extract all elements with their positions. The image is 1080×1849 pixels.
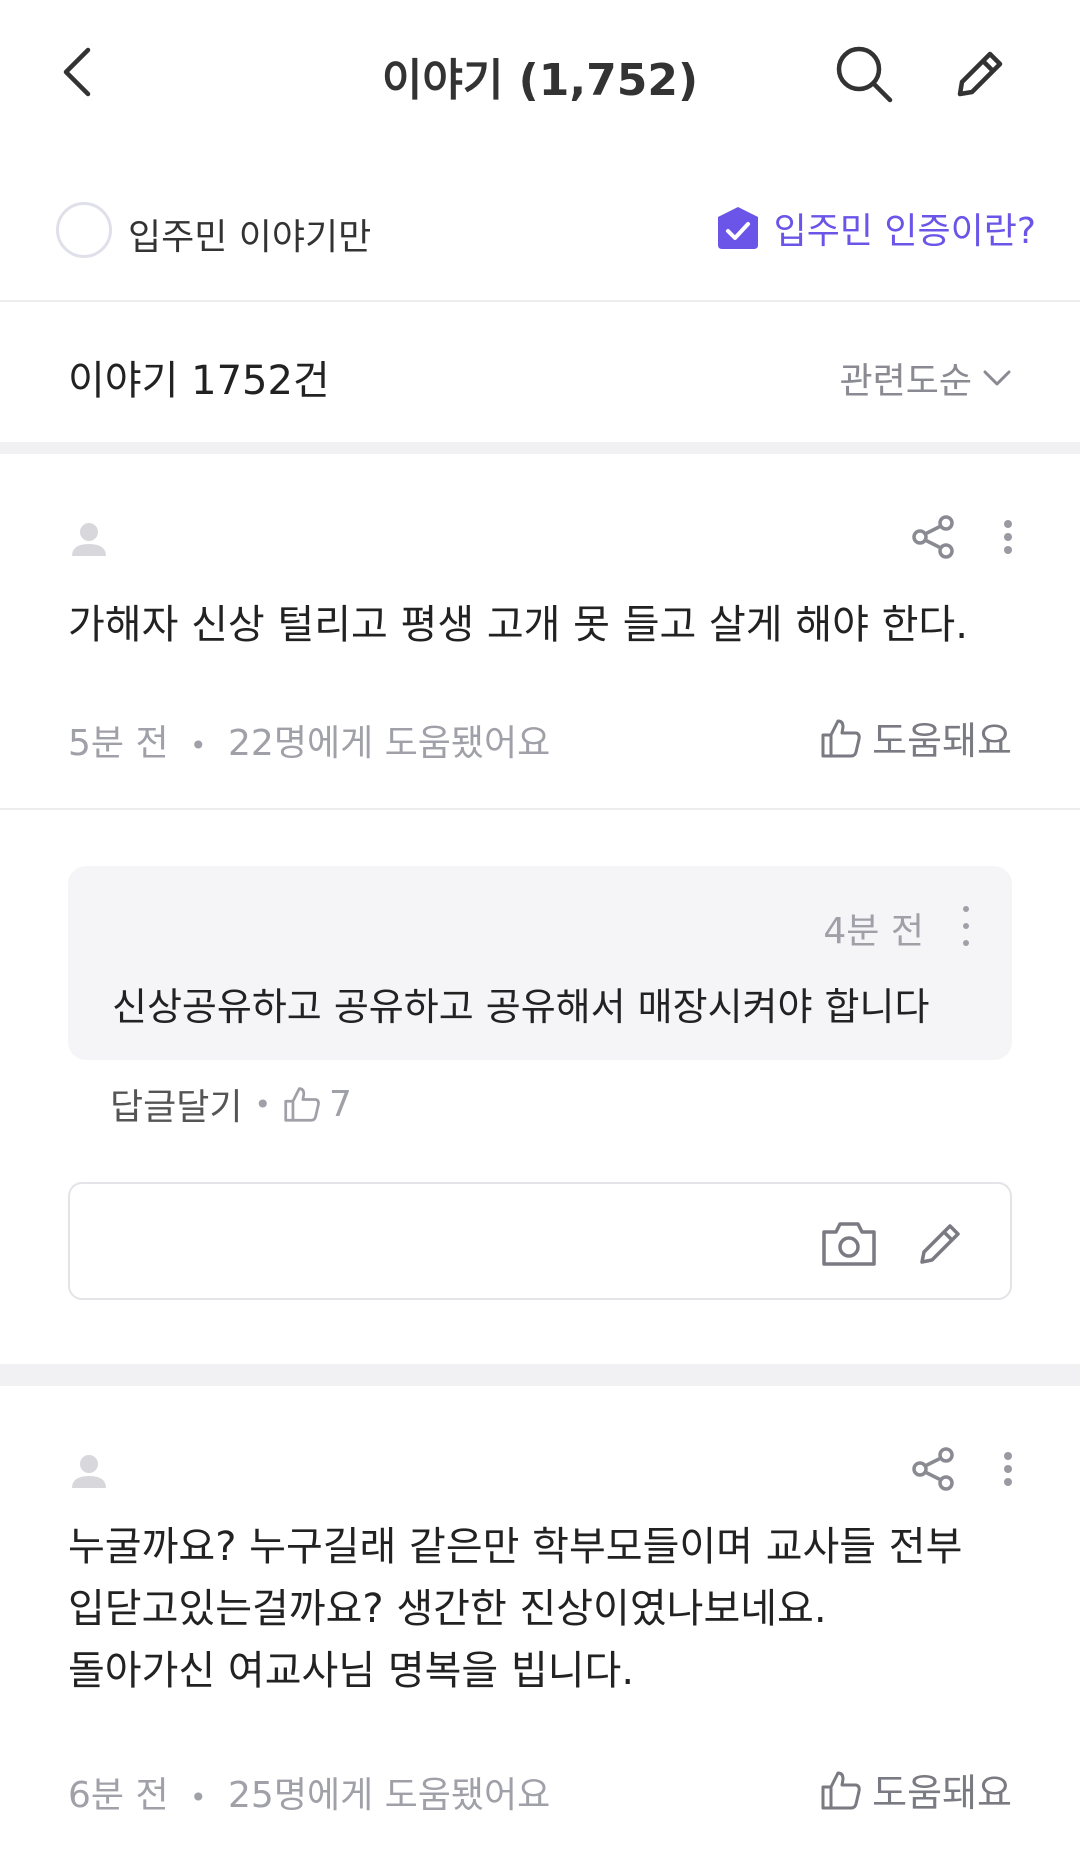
more-vertical-icon <box>1004 1452 1012 1460</box>
sort-dropdown[interactable]: 관련도순 <box>840 352 1012 404</box>
meta-separator: • <box>190 729 207 762</box>
post-time: 5분 전 <box>68 723 169 764</box>
search-icon <box>836 46 893 103</box>
comment-text: 신상공유하고 공유하고 공유해서 매장시켜야 합니다 <box>112 985 930 1029</box>
thumbs-up-icon <box>821 1771 861 1809</box>
dot <box>1004 1478 1012 1486</box>
user-icon <box>72 1455 106 1488</box>
top-app-bar: 이야기 (1,752) <box>0 0 1080 150</box>
comment-time: 4분 전 <box>823 911 924 952</box>
resident-verification-link[interactable]: 입주민 인증이란? <box>716 202 1036 254</box>
dot <box>963 940 969 946</box>
post-body: 가해자 신상 털리고 평생 고개 못 들고 살게 해야 한다. <box>68 602 968 648</box>
helpful-button[interactable]: 도움돼요 <box>820 1762 1012 1817</box>
reply-button[interactable]: 답글달기 <box>110 1078 242 1130</box>
more-vertical-icon <box>1004 520 1012 528</box>
list-header: 이야기 1752건 관련도순 <box>0 300 1080 440</box>
comment: 4분 전 신상공유하고 공유하고 공유해서 매장시켜야 합니다 <box>68 866 1012 1060</box>
more-vertical-icon <box>963 906 969 912</box>
meta-separator: • <box>254 1087 271 1121</box>
more-options-button[interactable] <box>988 514 1028 560</box>
search-button[interactable] <box>834 44 894 104</box>
comment-actions: 답글달기 • 7 <box>110 1078 352 1130</box>
helpful-label: 도움돼요 <box>872 1771 1012 1815</box>
helpful-label: 도움돼요 <box>872 719 1012 763</box>
helpful-button[interactable]: 도움돼요 <box>820 710 1012 765</box>
filter-row: 입주민 이야기만 입주민 인증이란? <box>0 190 1080 270</box>
section-divider <box>0 1364 1080 1386</box>
dot <box>1004 1465 1012 1473</box>
user-icon <box>72 523 106 556</box>
share-icon[interactable] <box>910 1446 956 1492</box>
more-options-button[interactable] <box>988 1446 1028 1492</box>
helpful-count: 22명에게 도움됐어요 <box>228 723 551 764</box>
camera-icon[interactable] <box>820 1220 878 1268</box>
sort-label: 관련도순 <box>839 361 972 402</box>
chevron-down-icon <box>983 370 1011 386</box>
dot <box>963 923 969 929</box>
dot <box>1004 533 1012 541</box>
post-meta: 6분 전 • 25명에게 도움됐어요 <box>68 1766 550 1818</box>
comment-input-field[interactable] <box>68 1182 1012 1300</box>
share-icon[interactable] <box>910 514 956 560</box>
comment-like-button[interactable]: 7 <box>283 1084 352 1125</box>
dot <box>1004 546 1012 554</box>
write-post-button[interactable] <box>950 44 1010 104</box>
page-title: 이야기 (1,752) <box>381 55 699 106</box>
residents-only-radio[interactable] <box>56 202 112 258</box>
section-divider <box>0 442 1080 454</box>
comment-like-count: 7 <box>329 1083 352 1125</box>
divider <box>0 808 1080 810</box>
post-card: 가해자 신상 털리고 평생 고개 못 들고 살게 해야 한다. 5분 전 • 2… <box>0 454 1080 808</box>
post-meta: 5분 전 • 22명에게 도움됐어요 <box>68 714 550 766</box>
residents-only-label[interactable]: 입주민 이야기만 <box>128 208 371 260</box>
pencil-icon <box>957 51 1003 97</box>
meta-separator: • <box>190 1781 207 1814</box>
post-time: 6분 전 <box>68 1775 169 1816</box>
post-card: 누굴까요? 누구길래 같은만 학부모들이며 교사들 전부 입닫고있는걸까요? 생… <box>0 1386 1080 1849</box>
pencil-icon[interactable] <box>916 1216 968 1268</box>
verify-link-label: 입주민 인증이란? <box>773 211 1036 252</box>
comment-more-button[interactable] <box>956 906 976 946</box>
helpful-count: 25명에게 도움됐어요 <box>228 1775 551 1816</box>
story-count: 이야기 1752건 <box>68 358 330 404</box>
thumbs-up-icon <box>821 719 861 757</box>
post-body: 누굴까요? 누구길래 같은만 학부모들이며 교사들 전부 입닫고있는걸까요? 생… <box>68 1524 963 1694</box>
thumbs-up-icon <box>284 1087 320 1122</box>
shield-check-icon <box>717 207 758 249</box>
